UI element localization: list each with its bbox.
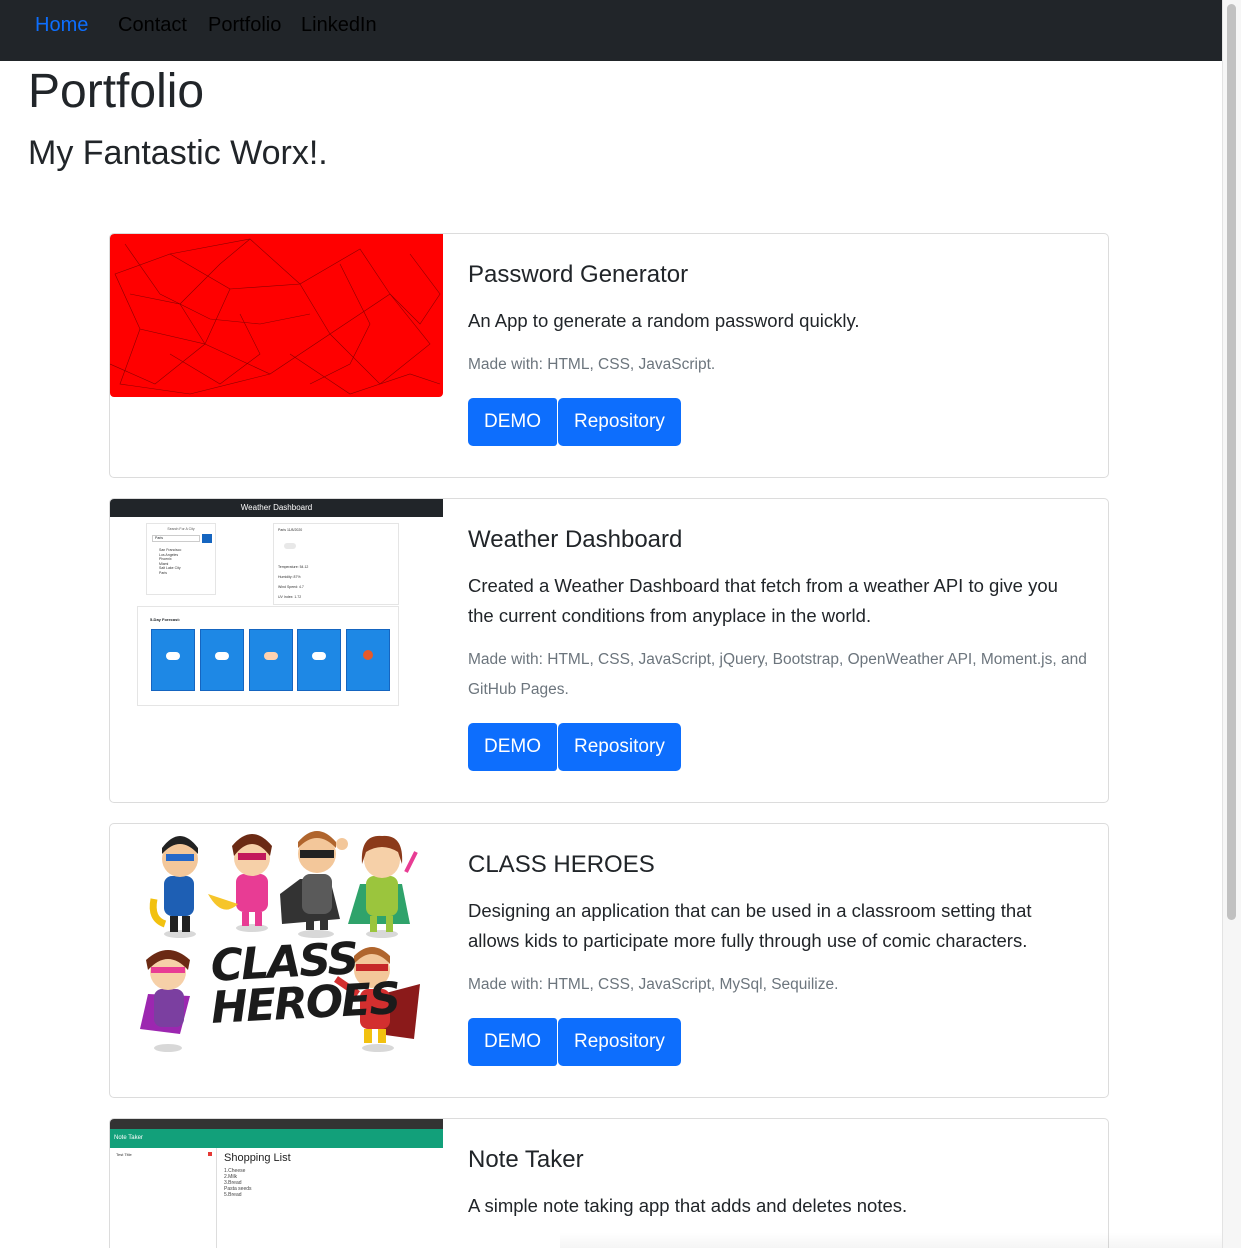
button-group: DEMO Repository [468,1018,1088,1066]
wd-search-button [202,534,212,543]
project-description: Designing an application that can be use… [468,900,1032,951]
project-title: Note Taker [468,1146,584,1173]
wd-current-title: Paris 11/8/2020 [278,528,303,532]
scrollbar-thumb[interactable] [1227,4,1236,920]
repository-button[interactable]: Repository [558,398,681,446]
project-description: A simple note taking app that adds and d… [468,1195,908,1216]
cloud-icon [312,652,326,660]
project-description: Created a Weather Dashboard that fetch f… [468,575,1058,626]
project-title: Weather Dashboard [468,526,683,553]
vertical-scrollbar[interactable] [1222,0,1241,1248]
weather-dashboard-thumbnail: Weather Dashboard Search For A City Pari… [110,499,443,719]
wd-forecast-day [346,629,390,691]
wd-forecast-day [200,629,244,691]
wd-forecast-day [151,629,195,691]
card-body: Password Generator An App to generate a … [468,258,1088,446]
wd-current-line: UV Index: 1.72 [278,595,302,599]
window-bottom-shadow [560,1232,1222,1248]
cloud-icon [166,652,180,660]
wd-search-input: Paris [152,535,200,542]
note-taker-screenshot: Note Taker Test Title Shopping List 1.Ch… [110,1119,443,1248]
wd-search-label: Search For A City [167,527,195,531]
wd-forecast-title: 5-Day Forecast: [150,617,181,622]
repository-button[interactable]: Repository [558,1018,681,1066]
project-title: Password Generator [468,261,689,288]
wd-forecast-day [249,629,293,691]
demo-button[interactable]: DEMO [468,398,557,446]
wd-forecast-day [297,629,341,691]
note-taker-thumbnail: Note Taker Test Title Shopping List 1.Ch… [110,1119,443,1248]
project-tech: Made with: HTML, CSS, JavaScript, MySql,… [468,976,839,993]
wd-current-line: Humidity: 87% [278,575,301,579]
sun-cloud-icon [264,652,278,660]
weather-dashboard-screenshot: Weather Dashboard Search For A City Pari… [110,499,443,719]
project-card-password-generator: Password Generator An App to generate a … [109,233,1109,478]
project-card-note-taker: Note Taker Test Title Shopping List 1.Ch… [109,1118,1109,1248]
project-title: CLASS HEROES [468,851,655,878]
cloud-icon [215,652,229,660]
class-heroes-logo: CLASS HEROES [209,933,401,1034]
nt-note-item: Test Title [116,1152,132,1157]
sun-icon [363,650,373,660]
class-heroes-thumbnail: CLASS HEROES [110,824,443,1064]
button-group: DEMO Repository [468,723,1088,771]
demo-button[interactable]: DEMO [468,1018,557,1066]
project-description: An App to generate a random password qui… [468,310,860,331]
wd-city: Paris [159,570,167,575]
card-body: CLASS HEROES Designing an application th… [468,848,1088,1066]
password-generator-thumbnail [110,234,443,397]
top-navbar: Home Contact Portfolio LinkedIn [0,0,1222,61]
cloud-icon [284,543,296,549]
project-tech: Made with: HTML, CSS, JavaScript, jQuery… [468,651,1087,698]
nav-link-home[interactable]: Home [35,14,88,37]
wd-search-panel: Search For A City Paris San Francisco Lo… [146,523,216,595]
demo-button[interactable]: DEMO [468,723,557,771]
project-tech: Made with: HTML, CSS, JavaScript. [468,356,716,373]
trash-icon [208,1152,212,1156]
wd-current-panel: Paris 11/8/2020 Temperature: 54.12 Humid… [273,523,399,605]
wd-header: Weather Dashboard [110,499,443,517]
nt-app-bar: Note Taker [110,1129,443,1148]
wd-current-line: Temperature: 54.12 [278,565,309,569]
nt-note-list: Test Title [110,1148,217,1248]
repository-button[interactable]: Repository [558,723,681,771]
wd-city: Salt Lake City [159,566,181,570]
browser-chrome [110,1119,443,1129]
network-lines-graphic [110,238,441,395]
project-card-weather-dashboard: Weather Dashboard Search For A City Pari… [109,498,1109,803]
page-subtitle: My Fantastic Worx!. [28,134,328,172]
wd-city: San Francisco [159,548,182,552]
wd-city-list: San Francisco Los Angeles Phoenix Miami … [159,548,181,575]
nav-link-portfolio[interactable]: Portfolio [208,14,281,37]
button-group: DEMO Repository [468,398,1088,446]
project-card-class-heroes: CLASS HEROES CLASS HEROES Designing an a… [109,823,1109,1098]
nt-note-body: 1.Cheese 2.Milk 3.Bread Pasta seeds 5.Br… [224,1168,252,1198]
wd-current-lines: Temperature: 54.12 Humidity: 87% Wind Sp… [278,562,308,602]
wd-current-line: Wind Speed: 4.7 [278,585,304,589]
card-body: Weather Dashboard Created a Weather Dash… [468,523,1088,771]
page-title: Portfolio [28,65,205,118]
nav-link-linkedin[interactable]: LinkedIn [301,14,377,37]
nt-note-title: Shopping List [224,1152,291,1164]
nav-link-contact[interactable]: Contact [118,14,187,37]
nt-note-line: 5.Bread [224,1192,242,1198]
card-body: Note Taker A simple note taking app that… [468,1143,1088,1235]
